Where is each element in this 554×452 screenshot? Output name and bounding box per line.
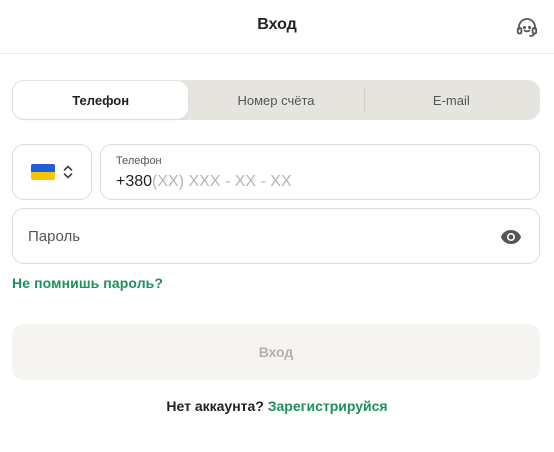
forgot-password-link[interactable]: Не помнишь пароль? — [12, 275, 163, 291]
tab-phone-label: Телефон — [72, 92, 130, 108]
password-input[interactable]: Пароль — [12, 208, 540, 264]
country-code-select[interactable] — [12, 144, 92, 200]
phone-input-value: +380(XX) XXX - XX - XX — [116, 173, 292, 191]
password-placeholder: Пароль — [28, 228, 81, 245]
phone-input[interactable]: Телефон +380(XX) XXX - XX - XX — [100, 144, 540, 200]
tab-phone[interactable]: Телефон — [13, 81, 189, 119]
tab-email[interactable]: E-mail — [363, 81, 539, 119]
page-title: Вход — [257, 16, 297, 33]
eye-icon — [501, 230, 521, 244]
login-button[interactable]: Вход — [12, 324, 540, 380]
register-question: Нет аккаунта? — [166, 398, 264, 414]
toggle-password-visibility-button[interactable] — [499, 225, 523, 249]
register-prompt: Нет аккаунта? Зарегистрируйся — [0, 398, 554, 414]
phone-prefix: +380 — [116, 173, 153, 190]
ukraine-flag-icon — [31, 164, 55, 180]
register-link[interactable]: Зарегистрируйся — [268, 398, 388, 414]
support-headset-icon — [516, 18, 538, 37]
chevron-up-down-icon — [63, 165, 73, 179]
login-method-tabs: Телефон Номер счёта E-mail — [12, 80, 540, 120]
phone-input-label: Телефон — [116, 155, 162, 167]
support-button[interactable] — [514, 14, 540, 40]
tab-account-number-label: Номер счёта — [237, 92, 315, 108]
tab-email-label: E-mail — [432, 92, 470, 108]
tab-account-number[interactable]: Номер счёта — [188, 81, 363, 119]
phone-mask: (XX) XXX - XX - XX — [152, 173, 292, 190]
header: Вход — [0, 0, 554, 54]
